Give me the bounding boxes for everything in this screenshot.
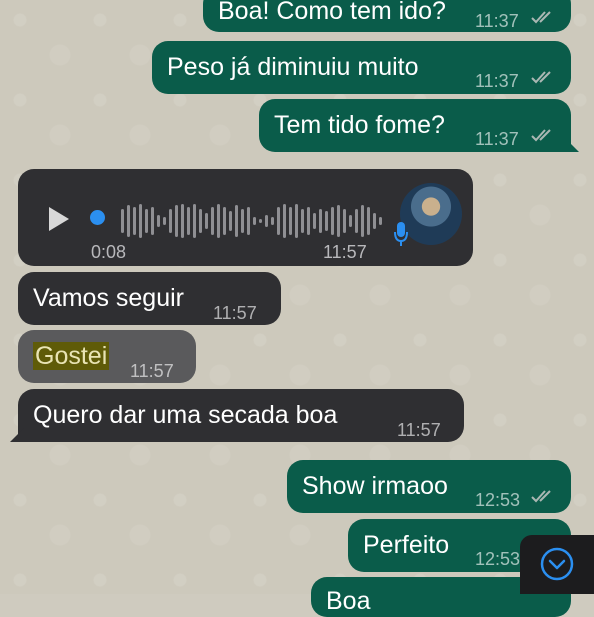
incoming-message[interactable]: Vamos seguir 11:57: [18, 272, 281, 325]
message-text: Boa! Como tem ido?: [218, 0, 446, 25]
double-check-icon: [531, 490, 551, 503]
message-time: 11:57: [213, 303, 257, 323]
message-text: Quero dar uma secada boa: [33, 401, 338, 429]
avatar: [400, 183, 462, 245]
message-time: 11:37: [475, 129, 519, 149]
double-check-icon: [531, 129, 551, 142]
incoming-message[interactable]: Quero dar uma secada boa 11:57: [10, 389, 464, 442]
mic-icon: [394, 222, 408, 246]
search-highlight: Gostei: [33, 342, 110, 370]
outgoing-message[interactable]: Show irmaoo 12:53: [287, 460, 571, 513]
voice-message[interactable]: 0:08 11:57: [18, 169, 473, 266]
scroll-to-bottom-button[interactable]: [520, 535, 594, 594]
message-time: 11:57: [130, 361, 174, 381]
bubble-tail: [10, 428, 24, 442]
message-time: 11:57: [323, 242, 367, 262]
voice-elapsed: 0:08: [91, 242, 127, 262]
outgoing-message[interactable]: Peso já diminuiu muito 11:37: [152, 41, 571, 94]
playback-progress-dot[interactable]: [90, 210, 105, 225]
outgoing-message[interactable]: Boa! Como tem ido? 11:37: [203, 0, 571, 32]
double-check-icon: [531, 71, 551, 84]
audio-waveform[interactable]: [121, 203, 391, 239]
message-time: 12:53: [475, 549, 521, 569]
message-text: Boa: [326, 587, 371, 615]
bubble-tail: [565, 138, 579, 152]
message-text-wrap: Gostei: [33, 341, 110, 371]
message-text: Show irmaoo: [302, 472, 448, 500]
play-icon[interactable]: [47, 206, 71, 232]
double-check-icon: [531, 11, 551, 24]
outgoing-message[interactable]: Tem tido fome? 11:37: [259, 99, 579, 152]
message-time: 11:37: [475, 71, 519, 91]
message-text: Tem tido fome?: [274, 111, 445, 139]
chevron-down-icon: [540, 547, 574, 581]
message-text: Vamos seguir: [33, 284, 184, 312]
message-time: 11:57: [397, 420, 441, 440]
message-time: 11:37: [475, 11, 519, 31]
message-text: Perfeito: [363, 531, 450, 559]
incoming-message[interactable]: Gostei 11:57: [18, 330, 196, 383]
message-text: Peso já diminuiu muito: [167, 53, 419, 81]
message-time: 12:53: [475, 490, 521, 510]
